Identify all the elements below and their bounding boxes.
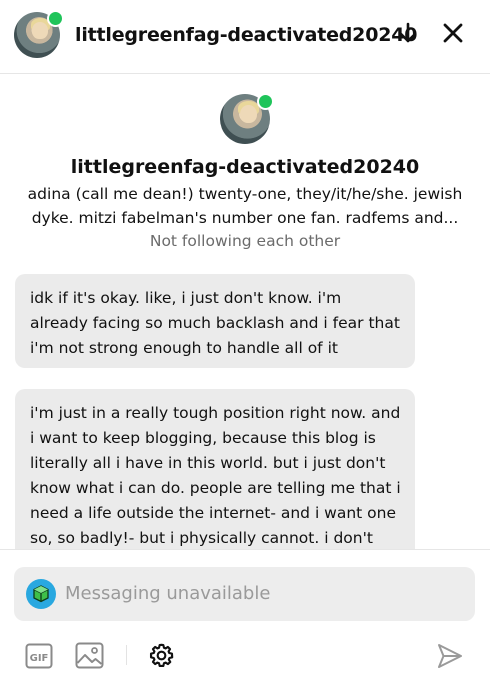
composer-area: GIF [0, 549, 490, 686]
avatar-face [32, 22, 49, 39]
message-input[interactable] [65, 567, 445, 621]
toolbar-divider [126, 645, 127, 665]
svg-text:GIF: GIF [30, 653, 49, 664]
gif-icon[interactable]: GIF [25, 643, 53, 669]
chat-header: littlegreenfag-deactivated20240 [0, 0, 490, 74]
composer-avatar [26, 579, 56, 609]
send-icon[interactable] [436, 642, 464, 670]
online-indicator [257, 93, 274, 110]
header-username[interactable]: littlegreenfag-deactivated20240 [75, 24, 417, 46]
arrow-down-icon[interactable] [396, 21, 420, 45]
cube-icon [33, 585, 49, 603]
online-indicator [47, 10, 64, 27]
profile-username[interactable]: littlegreenfag-deactivated20240 [0, 156, 490, 178]
follow-status: Not following each other [149, 232, 341, 250]
message-composer [14, 567, 475, 621]
close-icon[interactable] [441, 21, 465, 45]
image-icon[interactable] [75, 642, 104, 669]
profile-bio: adina (call me dean!) twenty-one, they/i… [27, 185, 463, 227]
message-bubble: i'm just in a really tough position righ… [15, 389, 415, 569]
gear-icon[interactable] [148, 642, 175, 669]
avatar-face [240, 105, 257, 123]
message-bubble: idk if it's okay. like, i just don't kno… [15, 274, 415, 368]
